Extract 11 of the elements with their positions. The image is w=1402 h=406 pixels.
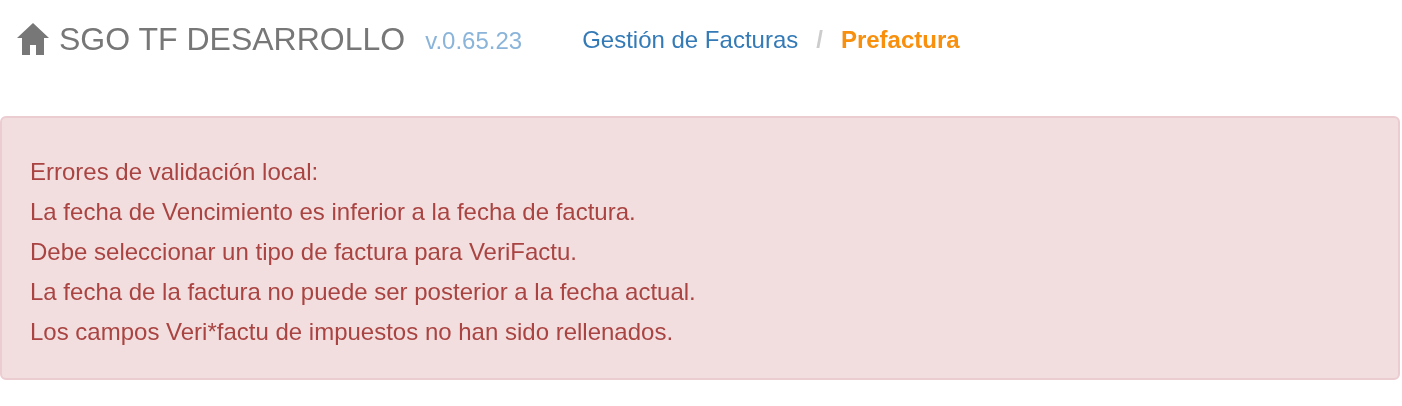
error-message: Errores de validación local: (30, 157, 320, 187)
breadcrumb-separator: / (816, 26, 823, 54)
app-title: SGO TF DESARROLLO (59, 20, 406, 58)
home-icon[interactable] (15, 21, 51, 57)
version-label: v.0.65.23 (425, 27, 523, 55)
error-message: La fecha de Vencimiento es inferior a la fecha de factura. (30, 197, 637, 227)
error-message: Los campos Veri*factu de impuestos no han sido rellenados. (30, 317, 675, 347)
error-message: Debe seleccionar un tipo de factura para VeriFactu. (30, 237, 578, 267)
error-message: La fecha de la factura no puede ser posterior a la fecha actual. (30, 277, 697, 307)
breadcrumb-link[interactable]: Prefactura (840, 26, 960, 54)
breadcrumb-link[interactable]: Gestión de Facturas (582, 26, 799, 54)
